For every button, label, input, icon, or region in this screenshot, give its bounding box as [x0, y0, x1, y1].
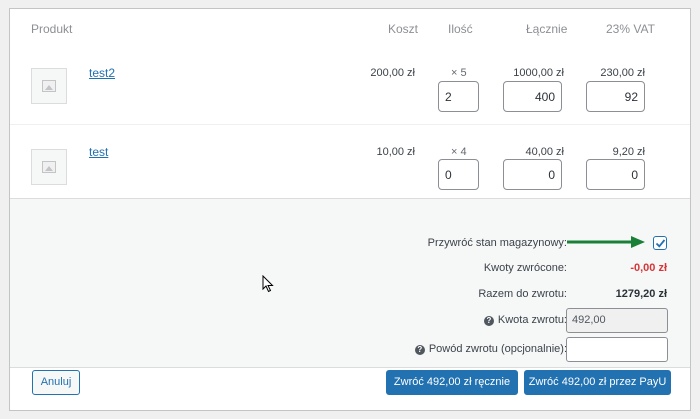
arrow-icon [567, 236, 645, 248]
column-header-product: Produkt [31, 22, 73, 36]
reason-label: Powód zwrotu (opcjonalnie): [428, 343, 567, 355]
mouse-cursor-icon [262, 275, 274, 293]
product-link[interactable]: test2 [89, 66, 115, 80]
refunded-value: -0,00 zł [630, 262, 667, 274]
item-total: 40,00 zł [525, 146, 564, 158]
refund-summary: Przywróć stan magazynowy: Kwoty zwrócone… [10, 198, 690, 368]
refund-total-input[interactable] [503, 159, 562, 190]
refund-amount-field: 492,00 [566, 308, 668, 333]
product-thumbnail [31, 149, 67, 185]
image-placeholder-icon [42, 161, 56, 173]
table-row: test 10,00 zł × 4 40,00 zł 9,20 zł [10, 124, 690, 204]
image-placeholder-icon [42, 80, 56, 92]
column-header-cost: Koszt [388, 22, 419, 36]
available-label: Razem do zwrotu: [478, 288, 567, 300]
product-thumbnail [31, 68, 67, 104]
amount-label: Kwota zwrotu: [497, 314, 567, 326]
refund-panel: Produkt Koszt Ilość Łącznie 23% VAT test… [9, 8, 691, 411]
item-qty: × 4 [451, 146, 467, 158]
restock-label: Przywróć stan magazynowy: [427, 237, 567, 249]
column-header-total: Łącznie [526, 22, 568, 36]
amount-label-wrap: ? Kwota zwrotu: [483, 314, 567, 326]
reason-label-wrap: ? Powód zwrotu (opcjonalnie): [414, 343, 567, 355]
column-header-vat: 23% VAT [606, 22, 655, 36]
refund-total-input[interactable] [503, 81, 562, 112]
refund-via-payu-button[interactable]: Zwróć 492,00 zł przez PayU [524, 370, 671, 395]
item-qty: × 5 [451, 67, 467, 79]
item-total: 1000,00 zł [513, 67, 564, 79]
restock-checkbox[interactable] [653, 236, 667, 250]
refund-reason-input[interactable] [566, 337, 668, 362]
column-header-qty: Ilość [448, 22, 473, 36]
refund-vat-input[interactable] [586, 159, 645, 190]
refund-qty-input[interactable] [438, 159, 479, 190]
refund-qty-input[interactable] [438, 81, 479, 112]
product-link[interactable]: test [89, 145, 108, 159]
question-circle-icon[interactable]: ? [414, 345, 425, 355]
refund-vat-input[interactable] [586, 81, 645, 112]
cancel-button[interactable]: Anuluj [32, 370, 80, 395]
refunded-label: Kwoty zwrócone: [483, 262, 567, 274]
table-row: test2 200,00 zł × 5 1000,00 zł 230,00 zł [10, 45, 690, 131]
question-circle-icon[interactable]: ? [483, 316, 494, 326]
item-cost: 10,00 zł [376, 146, 415, 158]
refund-manually-button[interactable]: Zwróć 492,00 zł ręcznie [386, 370, 518, 395]
item-vat: 230,00 zł [600, 67, 645, 79]
item-vat: 9,20 zł [612, 146, 645, 158]
item-cost: 200,00 zł [370, 67, 415, 79]
available-value: 1279,20 zł [615, 288, 667, 300]
checkmark-icon [655, 239, 666, 248]
